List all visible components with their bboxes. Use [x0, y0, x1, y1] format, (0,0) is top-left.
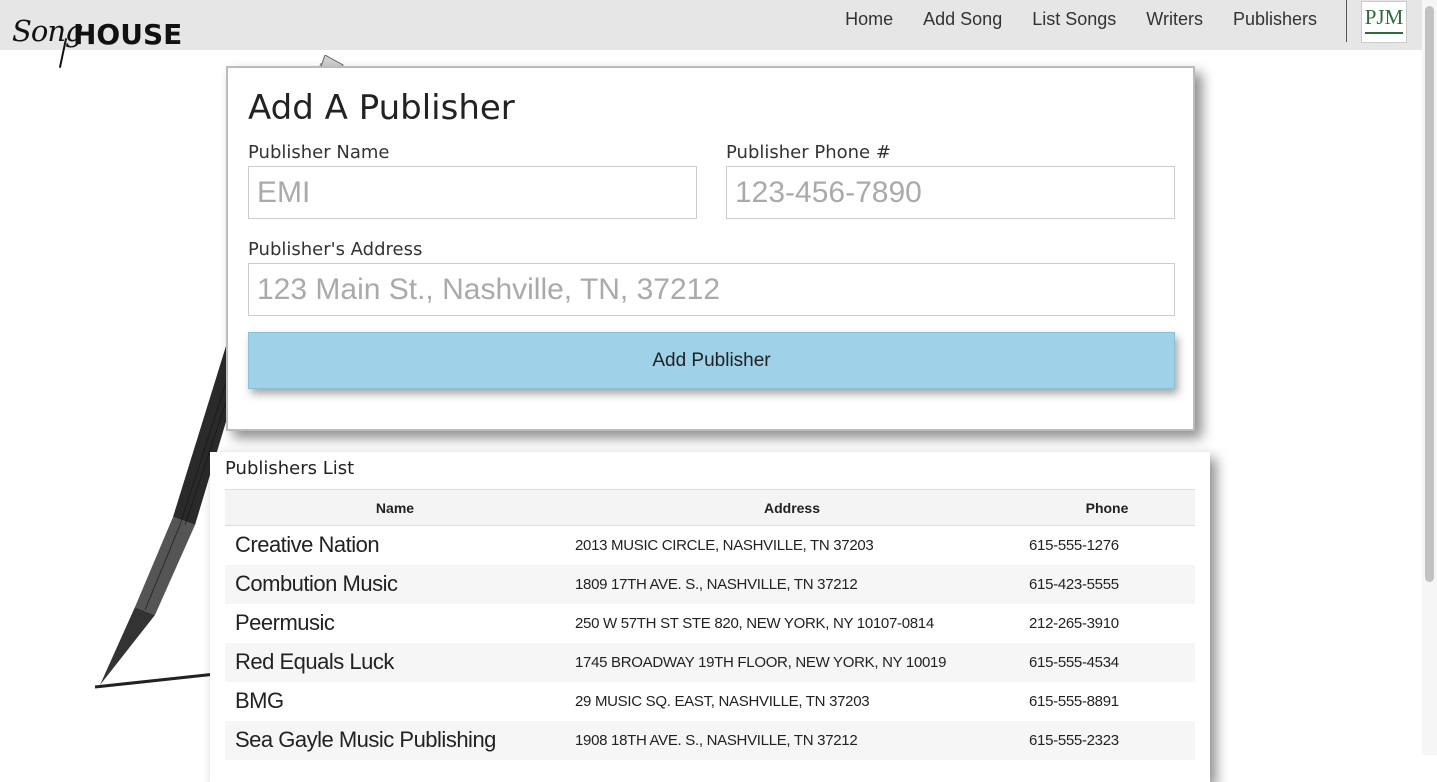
- add-publisher-form: Add A Publisher Publisher Name Publisher…: [226, 66, 1195, 431]
- publisher-phone-cell: 615-555-1276: [1029, 536, 1119, 554]
- table-row[interactable]: Peermusic 250 W 57TH ST STE 820, NEW YOR…: [225, 604, 1195, 643]
- publisher-phone-cell: 615-423-5555: [1019, 564, 1195, 604]
- publishers-list-title: Publishers List: [225, 458, 355, 479]
- publishers-table: Name Address Phone Creative Nation 2013 …: [225, 489, 1195, 760]
- publisher-address-cell: 1809 17TH AVE. S., NASHVILLE, TN 37212: [565, 564, 1019, 604]
- add-publisher-button[interactable]: Add Publisher: [248, 332, 1175, 389]
- top-navbar: Song HOUSE Home Add Song List Songs Writ…: [0, 0, 1422, 68]
- table-header-row: Name Address Phone: [225, 489, 1195, 526]
- nav-divider: [1346, 0, 1347, 42]
- publisher-address-cell: 250 W 57TH ST STE 820, NEW YORK, NY 1010…: [575, 614, 934, 632]
- publisher-address-cell: 1908 18TH AVE. S., NASHVILLE, TN 37212: [565, 720, 1019, 760]
- publisher-phone-cell: 615-555-8891: [1029, 692, 1119, 710]
- column-header-address[interactable]: Address: [565, 489, 1019, 526]
- publisher-name-cell: Sea Gayle Music Publishing: [225, 720, 565, 760]
- pjm-badge[interactable]: PJM: [1361, 1, 1407, 43]
- publishers-list-panel: Publishers List Name Address Phone Creat…: [210, 452, 1210, 782]
- publisher-phone-label: Publisher Phone #: [726, 142, 891, 163]
- publisher-name-input[interactable]: [248, 166, 697, 219]
- logo-song-text: Song: [12, 14, 84, 48]
- table-row[interactable]: Red Equals Luck 1745 BROADWAY 19TH FLOOR…: [225, 642, 1195, 682]
- nav-home[interactable]: Home: [830, 7, 908, 31]
- main-nav: Home Add Song List Songs Writers Publish…: [830, 7, 1332, 31]
- publisher-name-cell: BMG: [235, 688, 284, 713]
- publisher-name-cell: Red Equals Luck: [225, 642, 565, 682]
- pjm-badge-text: PJM: [1364, 5, 1404, 29]
- page-scrollbar[interactable]: [1422, 0, 1437, 755]
- publisher-phone-cell: 212-265-3910: [1029, 614, 1119, 632]
- form-title: Add A Publisher: [248, 88, 515, 128]
- logo-house-text: HOUSE: [73, 18, 183, 51]
- table-row[interactable]: Creative Nation 2013 MUSIC CIRCLE, NASHV…: [225, 526, 1195, 565]
- publisher-name-cell: Combution Music: [225, 564, 565, 604]
- table-row[interactable]: Combution Music 1809 17TH AVE. S., NASHV…: [225, 564, 1195, 604]
- pjm-badge-rule: [1365, 32, 1403, 34]
- nav-list-songs[interactable]: List Songs: [1017, 7, 1131, 31]
- publisher-name-cell: Peermusic: [235, 610, 335, 635]
- publisher-address-input[interactable]: [248, 263, 1175, 316]
- nav-writers[interactable]: Writers: [1131, 7, 1218, 31]
- publisher-name-label: Publisher Name: [248, 142, 390, 163]
- nav-publishers[interactable]: Publishers: [1218, 7, 1332, 31]
- table-row[interactable]: Sea Gayle Music Publishing 1908 18TH AVE…: [225, 720, 1195, 760]
- nav-add-song[interactable]: Add Song: [908, 7, 1017, 31]
- publisher-address-cell: 2013 MUSIC CIRCLE, NASHVILLE, TN 37203: [575, 536, 874, 554]
- publisher-phone-input[interactable]: [726, 166, 1175, 219]
- publisher-phone-cell: 615-555-4534: [1019, 642, 1195, 682]
- scrollbar-thumb[interactable]: [1425, 6, 1434, 582]
- publisher-address-label: Publisher's Address: [248, 239, 423, 260]
- publisher-address-cell: 29 MUSIC SQ. EAST, NASHVILLE, TN 37203: [575, 692, 870, 710]
- publisher-address-cell: 1745 BROADWAY 19TH FLOOR, NEW YORK, NY 1…: [565, 642, 1019, 682]
- publisher-phone-cell: 615-555-2323: [1019, 720, 1195, 760]
- table-row[interactable]: BMG 29 MUSIC SQ. EAST, NASHVILLE, TN 372…: [225, 682, 1195, 721]
- publisher-name-cell: Creative Nation: [235, 532, 380, 558]
- column-header-phone[interactable]: Phone: [1019, 489, 1195, 526]
- column-header-name[interactable]: Name: [225, 489, 565, 526]
